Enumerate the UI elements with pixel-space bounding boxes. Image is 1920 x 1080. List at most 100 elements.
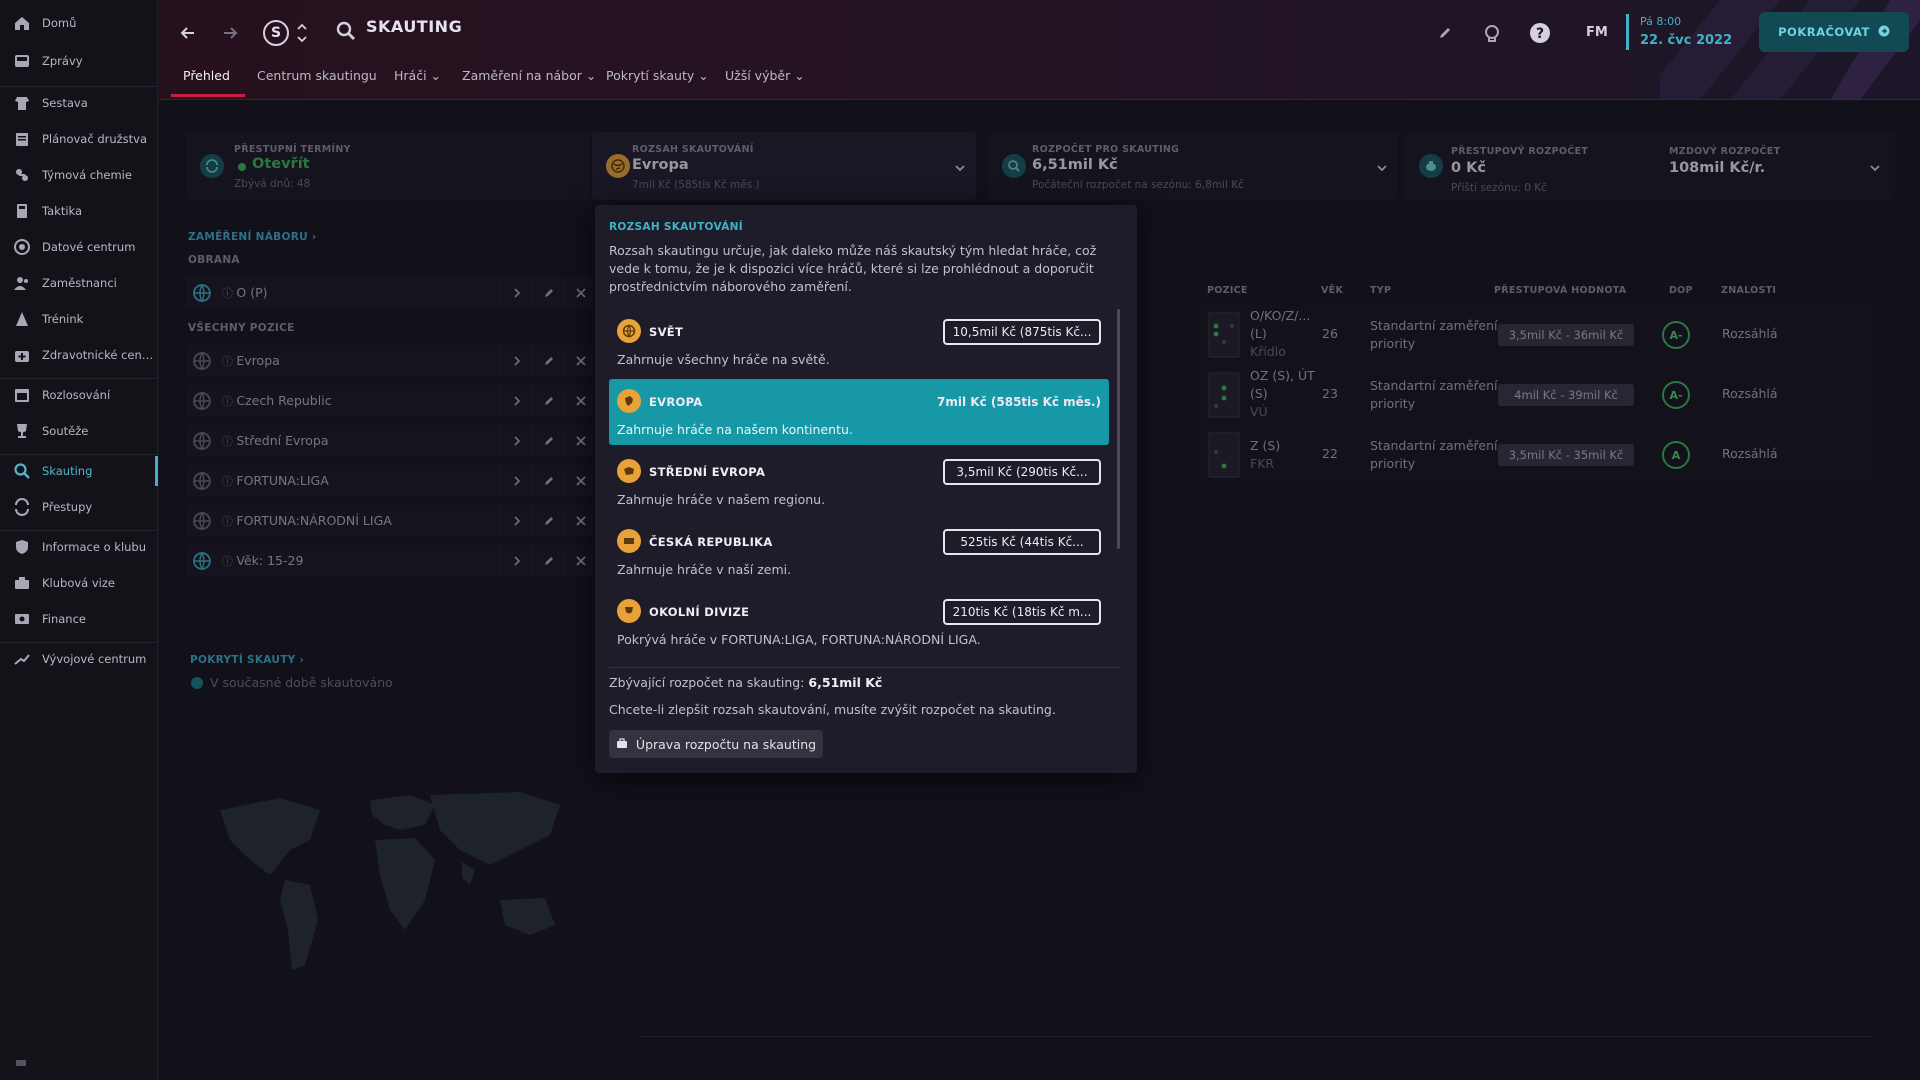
sidebar-item-competitions[interactable]: Soutěže <box>0 416 158 446</box>
forward-button[interactable] <box>217 20 243 46</box>
sidebar-item-chemistry[interactable]: Týmová chemie <box>0 160 158 190</box>
column-header-age[interactable]: VĚK <box>1321 285 1343 296</box>
sidebar-collapse-icon[interactable] <box>16 1060 26 1066</box>
chevron-right-icon[interactable] <box>500 505 532 537</box>
list-item-text: Střední Evropa <box>236 433 329 448</box>
search-icon[interactable] <box>335 20 359 44</box>
close-icon[interactable] <box>564 345 596 377</box>
medical-icon <box>12 345 32 365</box>
budget-card[interactable]: PŘESTUPOVÝ ROZPOČET 0 Kč Příští sezónu: … <box>1405 132 1895 200</box>
sidebar-item-tactics[interactable]: Taktika <box>0 196 158 226</box>
column-header-type[interactable]: TYP <box>1370 285 1391 296</box>
table-row[interactable]: OZ (S), ÚT (S) VÚ 23 Standartní zaměření… <box>1200 366 1872 424</box>
range-option-nearby-divisions[interactable]: OKOLNÍ DIVIZE 210tis Kč (18tis Kč m... P… <box>609 589 1109 655</box>
sidebar-item-data-hub[interactable]: Datové centrum <box>0 232 158 262</box>
development-icon <box>12 649 32 669</box>
sidebar-item-scouting[interactable]: Skauting <box>0 456 158 486</box>
chevron-right-icon[interactable] <box>500 345 532 377</box>
sidebar-item-medical[interactable]: Zdravotnické centr... <box>0 340 158 370</box>
popup-divider <box>609 667 1121 668</box>
sidebar-item-home[interactable]: Domů <box>0 8 158 38</box>
list-item[interactable]: ⓘ FORTUNA:LIGA <box>186 465 596 497</box>
scouting-range-card[interactable]: ROZSAH SKAUTOVÁNÍ Evropa 7mil Kč (585tis… <box>592 132 976 200</box>
sidebar-item-club-vision[interactable]: Klubová vize <box>0 568 158 598</box>
continue-button[interactable]: POKRAČOVAT <box>1759 12 1909 52</box>
scouting-budget-card[interactable]: ROZPOČET PRO SKAUTING 6,51mil Kč Počáteč… <box>988 132 1398 200</box>
range-option-czech-republic[interactable]: ČESKÁ REPUBLIKA 525tis Kč (44tis Kč... Z… <box>609 519 1109 585</box>
transfer-budget-sub: Příští sezónu: 0 Kč <box>1451 182 1547 194</box>
table-row[interactable]: Z (S) FKR 22 Standartní zaměření priorit… <box>1200 426 1872 484</box>
list-item[interactable]: ⓘ O (P) <box>186 277 596 309</box>
edit-icon[interactable] <box>1432 20 1458 46</box>
edit-icon[interactable] <box>532 545 564 577</box>
range-option-europe[interactable]: EVROPA 7mil Kč (585tis Kč měs.) Zahrnuje… <box>609 379 1109 445</box>
sidebar-item-development[interactable]: Vývojové centrum <box>0 644 158 674</box>
chevron-right-icon[interactable] <box>500 425 532 457</box>
chevron-right-icon[interactable] <box>500 545 532 577</box>
sidebar-item-squad[interactable]: Sestava <box>0 88 158 118</box>
list-item[interactable]: ⓘ Střední Evropa <box>186 425 596 457</box>
flag-icon <box>617 529 641 553</box>
sidebar-item-transfers[interactable]: Přestupy <box>0 492 158 522</box>
column-header-position[interactable]: POZICE <box>1207 285 1248 296</box>
sidebar-item-training[interactable]: Trénink <box>0 304 158 334</box>
sidebar-item-staff[interactable]: Zaměstnanci <box>0 268 158 298</box>
column-header-knowledge[interactable]: ZNALOSTI <box>1721 285 1776 296</box>
sidebar-item-club-info[interactable]: Informace o klubu <box>0 532 158 562</box>
tab-shortlist[interactable]: Užší výběr ⌄ <box>725 68 805 83</box>
scouting-range-label: ROZSAH SKAUTOVÁNÍ <box>632 144 754 155</box>
sidebar-item-inbox[interactable]: Zprávy <box>0 46 158 76</box>
sidebar: Domů Zprávy Sestava Plánovač družstva Tý… <box>0 0 158 1080</box>
chevron-down-icon <box>955 165 965 172</box>
scout-knowledge: Rozsáhlá <box>1722 446 1778 461</box>
range-option-world[interactable]: SVĚT 10,5mil Kč (875tis Kč... Zahrnuje v… <box>609 309 1109 375</box>
scout-coverage-link[interactable]: POKRYTÍ SKAUTY › <box>190 654 304 666</box>
transfer-window-sub: Zbývá dnů: 48 <box>234 178 311 190</box>
transfer-budget-label: PŘESTUPOVÝ ROZPOČET <box>1451 146 1589 157</box>
club-badge[interactable]: S <box>263 20 289 46</box>
chevron-right-icon[interactable] <box>500 277 532 309</box>
edit-icon[interactable] <box>532 505 564 537</box>
date-accent-bar <box>1626 14 1629 50</box>
back-button[interactable] <box>175 20 201 46</box>
list-item[interactable]: ⓘ FORTUNA:NÁRODNÍ LIGA <box>186 505 596 537</box>
sidebar-item-schedule[interactable]: Rozlosování <box>0 380 158 410</box>
recruitment-focus-link[interactable]: ZAMĚŘENÍ NÁBORU › <box>188 231 317 243</box>
edit-icon[interactable] <box>532 345 564 377</box>
help-icon[interactable]: ? <box>1527 20 1553 46</box>
close-icon[interactable] <box>564 545 596 577</box>
close-icon[interactable] <box>564 277 596 309</box>
close-icon[interactable] <box>564 425 596 457</box>
sidebar-item-label: Taktika <box>42 204 83 218</box>
tab-recruitment-focus[interactable]: Zaměření na nábor ⌄ <box>462 68 596 83</box>
sidebar-item-finance[interactable]: Finance <box>0 604 158 634</box>
column-header-transfer-value[interactable]: PŘESTUPOVÁ HODNOTA <box>1494 285 1626 296</box>
fm-menu-button[interactable]: FM <box>1586 25 1608 40</box>
club-switcher-icon[interactable] <box>296 20 308 46</box>
close-icon[interactable] <box>564 505 596 537</box>
edit-icon[interactable] <box>532 385 564 417</box>
list-item[interactable]: ⓘ Czech Republic <box>186 385 596 417</box>
close-icon[interactable] <box>564 385 596 417</box>
range-option-central-europe[interactable]: STŘEDNÍ EVROPA 3,5mil Kč (290tis Kč... Z… <box>609 449 1109 515</box>
adjust-scouting-budget-button[interactable]: Úprava rozpočtu na skauting <box>609 730 823 758</box>
current-date[interactable]: 22. čvc 2022 <box>1640 33 1732 48</box>
tab-players[interactable]: Hráči ⌄ <box>394 68 441 83</box>
list-item[interactable]: ⓘ Evropa <box>186 345 596 377</box>
edit-icon[interactable] <box>532 465 564 497</box>
planner-icon <box>12 129 32 149</box>
table-row[interactable]: O/KO/Z/... (L) Křídlo 26 Standartní zamě… <box>1200 306 1872 364</box>
chevron-right-icon[interactable] <box>500 465 532 497</box>
edit-icon[interactable] <box>532 277 564 309</box>
sidebar-item-planner[interactable]: Plánovač družstva <box>0 124 158 154</box>
chevron-right-icon[interactable] <box>500 385 532 417</box>
tab-scout-coverage[interactable]: Pokrytí skauty ⌄ <box>606 68 709 83</box>
tab-overview[interactable]: Přehled <box>183 68 230 83</box>
close-icon[interactable] <box>564 465 596 497</box>
column-header-recommendation[interactable]: DOP <box>1669 285 1693 296</box>
popup-scrollbar[interactable] <box>1117 309 1120 549</box>
list-item[interactable]: ⓘ Věk: 15-29 <box>186 545 596 577</box>
tab-scouting-centre[interactable]: Centrum skautingu <box>257 68 377 83</box>
brain-icon[interactable] <box>1479 20 1505 46</box>
edit-icon[interactable] <box>532 425 564 457</box>
